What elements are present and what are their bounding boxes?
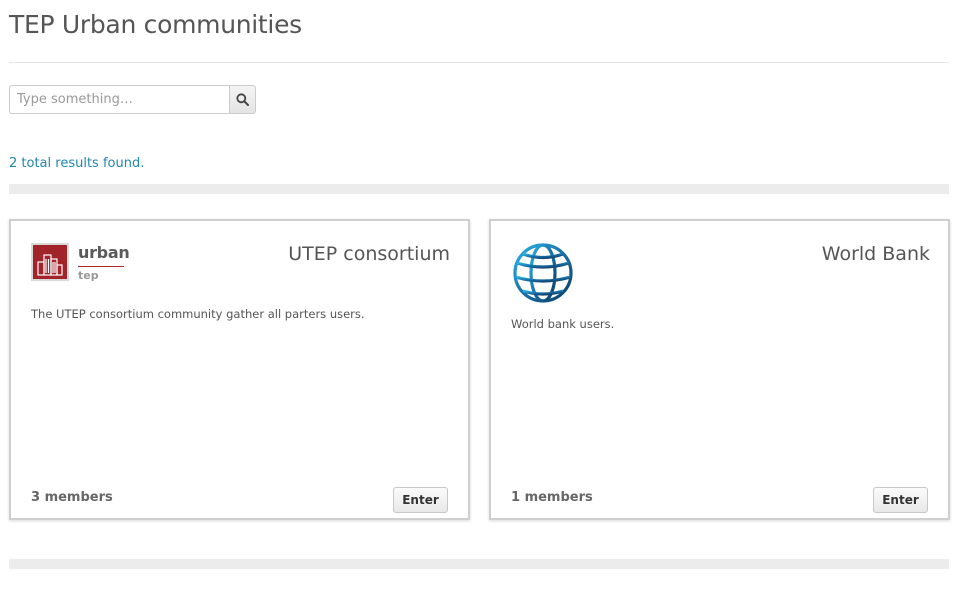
enter-button[interactable]: Enter	[393, 487, 448, 513]
urban-logo-sub: tep	[78, 269, 99, 282]
urban-tep-logo: urban tep	[31, 243, 131, 283]
search-button[interactable]	[229, 85, 256, 114]
community-title[interactable]: UTEP consortium	[288, 243, 450, 265]
search-icon	[236, 93, 249, 106]
urban-logo-word: urban	[78, 243, 130, 262]
community-card-utep: urban tep UTEP consortium The UTEP conso…	[9, 219, 470, 520]
urban-logo-mark	[31, 243, 69, 281]
search-input[interactable]	[9, 85, 229, 114]
community-members-count: 1 members	[511, 490, 593, 505]
community-title[interactable]: World Bank	[822, 243, 930, 265]
community-description: The UTEP consortium community gather all…	[31, 307, 365, 321]
results-top-divider	[9, 184, 949, 194]
urban-logo-rule	[78, 266, 124, 267]
buildings-icon	[37, 254, 63, 276]
community-description: World bank users.	[511, 317, 615, 331]
results-bottom-divider	[9, 559, 949, 569]
world-bank-globe-logo	[513, 243, 573, 303]
community-card-world-bank: World Bank World bank users. 1 members E…	[489, 219, 950, 520]
enter-button[interactable]: Enter	[873, 487, 928, 513]
title-divider	[9, 62, 949, 63]
page-title: TEP Urban communities	[9, 10, 302, 39]
search-group	[9, 85, 256, 114]
results-summary: 2 total results found.	[9, 156, 145, 171]
community-members-count: 3 members	[31, 490, 113, 505]
